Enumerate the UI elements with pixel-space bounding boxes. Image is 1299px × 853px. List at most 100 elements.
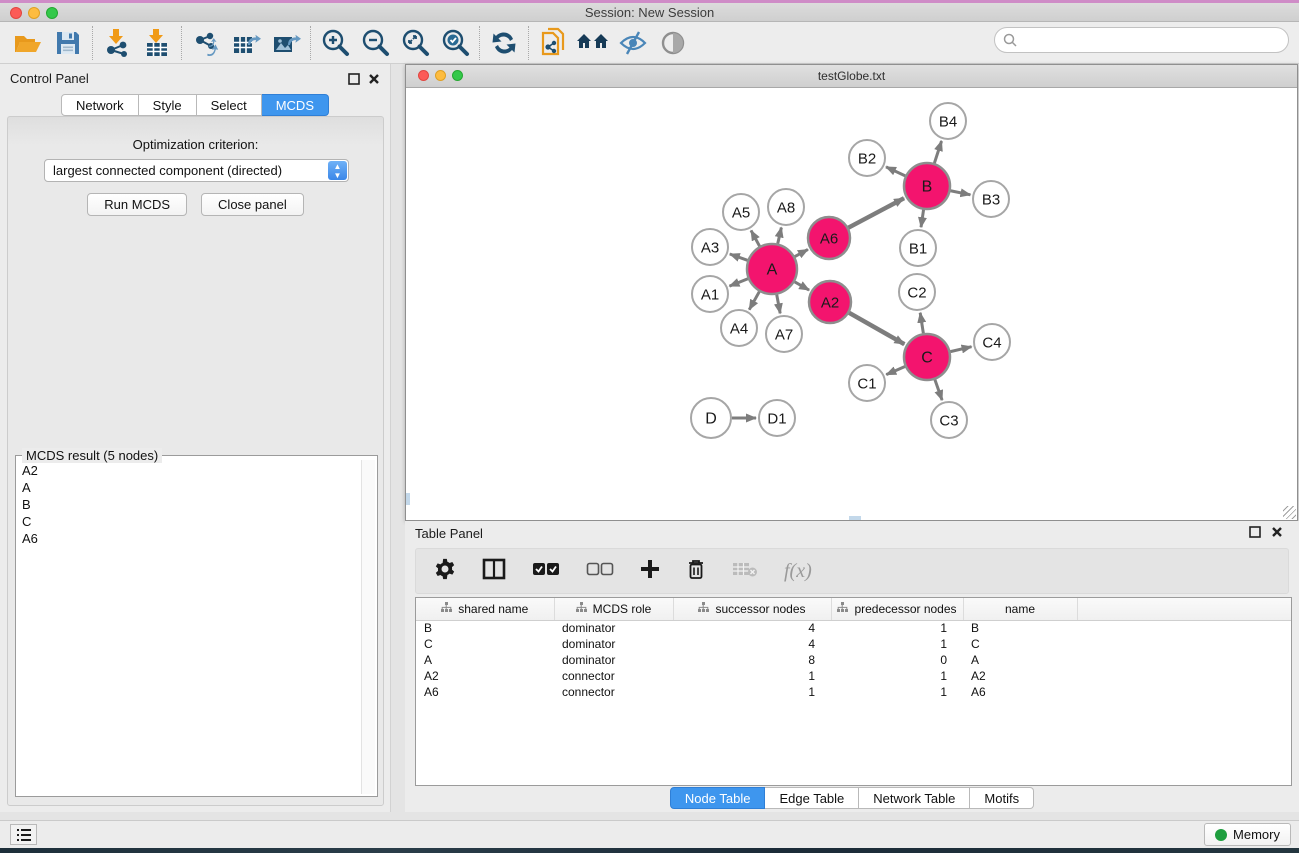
cell-mcds_role[interactable]: dominator [554,652,673,668]
cell-mcds_role[interactable]: dominator [554,636,673,652]
tab-select[interactable]: Select [197,94,262,116]
mcds-result-list[interactable]: A2ABCA6 [18,462,358,792]
export-network-button[interactable] [186,25,226,61]
network-close-button[interactable] [418,70,429,81]
tab-node-table[interactable]: Node Table [670,787,766,809]
export-image-button[interactable] [266,25,306,61]
cell-mcds_role[interactable]: dominator [554,620,673,636]
cell-predecessor_nodes[interactable]: 0 [831,652,963,668]
cell-shared_name[interactable]: A [416,652,554,668]
result-list-scrollbar[interactable] [361,460,375,794]
delete-table-button[interactable] [732,560,758,583]
cell-name[interactable]: A6 [963,684,1077,700]
cell-filler[interactable] [1077,636,1291,652]
tab-network[interactable]: Network [61,94,139,116]
cell-predecessor_nodes[interactable]: 1 [831,636,963,652]
column-header-predecessor-nodes[interactable]: predecessor nodes [831,598,963,620]
cell-successor_nodes[interactable]: 4 [673,636,831,652]
close-panel-button-secondary[interactable]: Close panel [201,193,304,216]
cell-name[interactable]: B [963,620,1077,636]
cell-shared_name[interactable]: B [416,620,554,636]
table-row[interactable]: Adominator80A [416,652,1291,668]
cell-name[interactable]: A2 [963,668,1077,684]
edge-A-A5[interactable] [751,230,760,246]
edge-B-B4[interactable] [934,141,941,163]
cell-name[interactable]: A [963,652,1077,668]
cell-filler[interactable] [1077,652,1291,668]
cell-predecessor_nodes[interactable]: 1 [831,668,963,684]
result-list-item[interactable]: C [18,513,358,530]
edge-A-A3[interactable] [730,254,748,260]
delete-column-button[interactable] [686,558,706,585]
table-row[interactable]: A2connector11A2 [416,668,1291,684]
close-window-button[interactable] [10,7,22,19]
zoom-fit-button[interactable] [395,25,435,61]
edge-B-B2[interactable] [886,167,905,176]
clone-network-button[interactable] [533,25,573,61]
column-header-MCDS-role[interactable]: MCDS role [554,598,673,620]
canvas-vertical-scrollbar[interactable] [406,493,410,505]
cell-filler[interactable] [1077,668,1291,684]
tab-network-table[interactable]: Network Table [859,787,970,809]
table-row[interactable]: Cdominator41C [416,636,1291,652]
column-header-shared-name[interactable]: shared name [416,598,554,620]
tab-motifs[interactable]: Motifs [970,787,1034,809]
close-panel-button[interactable] [368,72,382,86]
tab-edge-table[interactable]: Edge Table [765,787,859,809]
table-close-button[interactable] [1271,525,1285,539]
column-header-successor-nodes[interactable]: successor nodes [673,598,831,620]
tab-mcds[interactable]: MCDS [262,94,329,116]
show-graphics-details-button[interactable] [653,25,693,61]
minimize-window-button[interactable] [28,7,40,19]
run-mcds-button[interactable]: Run MCDS [87,193,187,216]
result-list-item[interactable]: A6 [18,530,358,547]
cell-shared_name[interactable]: A6 [416,684,554,700]
show-columns-button[interactable] [482,558,506,585]
memory-button[interactable]: Memory [1204,823,1291,846]
home-button[interactable] [573,25,613,61]
tab-style[interactable]: Style [139,94,197,116]
show-panel-list-button[interactable] [10,824,37,845]
edge-C-C1[interactable] [886,367,905,375]
float-panel-button[interactable] [348,72,362,86]
cell-name[interactable]: C [963,636,1077,652]
result-list-item[interactable]: A2 [18,462,358,479]
column-settings-button[interactable] [434,558,456,585]
table-row[interactable]: Bdominator41B [416,620,1291,636]
cell-shared_name[interactable]: C [416,636,554,652]
result-list-item[interactable]: B [18,496,358,513]
edge-A6-B[interactable] [848,198,904,228]
edge-A-A4[interactable] [749,292,759,310]
maximize-window-button[interactable] [46,7,58,19]
hide-graphics-details-button[interactable] [613,25,653,61]
edge-C-C4[interactable] [950,347,971,352]
refresh-layout-button[interactable] [484,25,524,61]
edge-A-A1[interactable] [729,279,747,286]
cell-successor_nodes[interactable]: 1 [673,668,831,684]
zoom-in-button[interactable] [315,25,355,61]
edge-C-C2[interactable] [920,313,923,334]
edge-C-C3[interactable] [935,380,942,401]
criterion-select[interactable]: largest connected component (directed) ▲… [44,159,349,182]
cell-predecessor_nodes[interactable]: 1 [831,620,963,636]
result-list-item[interactable]: A [18,479,358,496]
zoom-out-button[interactable] [355,25,395,61]
edge-A2-C[interactable] [849,313,904,344]
window-resize-grip[interactable] [1283,506,1296,519]
import-network-button[interactable] [97,25,137,61]
search-input[interactable] [1017,33,1288,48]
edge-B-B1[interactable] [921,210,924,227]
network-maximize-button[interactable] [452,70,463,81]
zoom-selected-button[interactable] [435,25,475,61]
cell-successor_nodes[interactable]: 1 [673,684,831,700]
cell-successor_nodes[interactable]: 8 [673,652,831,668]
network-minimize-button[interactable] [435,70,446,81]
deselect-all-columns-button[interactable] [586,561,614,582]
node-table[interactable]: shared nameMCDS rolesuccessor nodesprede… [416,598,1291,700]
import-table-button[interactable] [137,25,177,61]
add-column-button[interactable] [640,559,660,584]
network-canvas[interactable]: AA6A2BCA5A8A3A1A4A7B4B2B3B1C2C4C1C3DD1 [406,88,1297,520]
edge-A-A6[interactable] [795,249,808,256]
cell-filler[interactable] [1077,620,1291,636]
cell-successor_nodes[interactable]: 4 [673,620,831,636]
